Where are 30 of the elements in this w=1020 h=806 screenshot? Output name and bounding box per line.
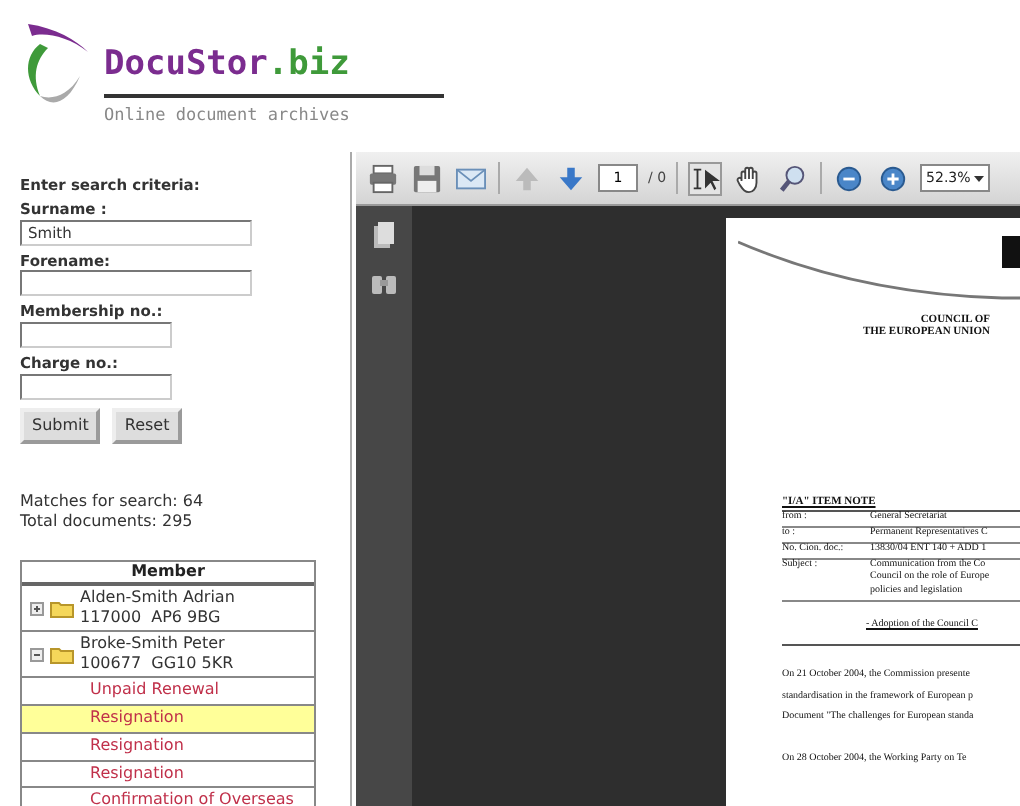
- printer-icon[interactable]: [366, 161, 400, 195]
- logo-text: DocuStor.biz: [104, 48, 352, 82]
- input-field[interactable]: [20, 270, 252, 297]
- member-details: 117000 AP6 9BG: [80, 608, 223, 629]
- tagline: Online document archives: [104, 104, 352, 130]
- text-select-icon[interactable]: [688, 161, 723, 195]
- member-details: 100677 GG10 5KR: [80, 654, 234, 675]
- document-item[interactable]: Confirmation of Overseas: [22, 788, 314, 806]
- expand-icon[interactable]: [30, 601, 44, 616]
- save-icon[interactable]: [410, 161, 444, 195]
- member-name[interactable]: Alden-Smith Adrian: [80, 588, 235, 609]
- input-field[interactable]: [20, 322, 172, 348]
- document-item[interactable]: Resignation: [22, 761, 314, 789]
- folder-icon: [50, 645, 74, 664]
- collapse-icon[interactable]: [30, 647, 44, 662]
- reset-button[interactable]: Reset: [112, 407, 182, 444]
- zoom-out-icon[interactable]: [832, 161, 867, 195]
- matches-count: Matches for search: 64: [20, 491, 206, 512]
- binoculars-icon[interactable]: [372, 272, 396, 294]
- folder-icon: [50, 599, 74, 618]
- member-name[interactable]: Broke-Smith Peter: [80, 634, 234, 655]
- input-field[interactable]: [20, 373, 172, 400]
- document-item[interactable]: Resignation: [22, 733, 314, 762]
- column-header: Member: [22, 561, 314, 587]
- document-item[interactable]: Resignation: [22, 705, 314, 734]
- zoom-in-icon[interactable]: [876, 161, 911, 195]
- caret-icon[interactable]: [974, 175, 985, 181]
- submit-button[interactable]: Submit: [20, 407, 101, 444]
- page-icon[interactable]: [374, 222, 394, 248]
- total-documents: Total documents: 295: [20, 511, 195, 532]
